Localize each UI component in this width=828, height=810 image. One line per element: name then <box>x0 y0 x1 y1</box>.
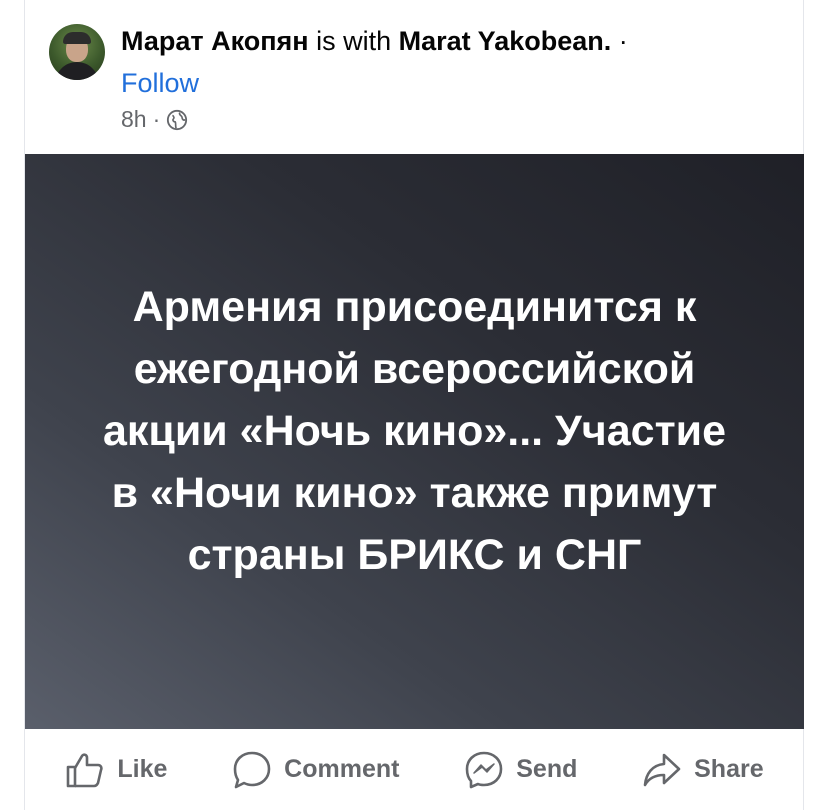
post-time[interactable]: 8h <box>121 106 147 133</box>
tagged-name[interactable]: Marat Yakobean. <box>399 26 612 56</box>
author-name[interactable]: Марат Акопян <box>121 26 309 56</box>
avatar-body <box>55 62 99 80</box>
post-meta: 8h · <box>121 106 188 133</box>
like-button[interactable]: Like <box>65 751 167 789</box>
post-image[interactable]: Армения присоединится к ежегодной всерос… <box>25 154 804 729</box>
meta-separator: · <box>152 106 161 132</box>
post-header: Марат Акопян is with Marat Yakobean. · F… <box>25 0 803 154</box>
like-label: Like <box>117 755 168 783</box>
send-label: Send <box>516 755 578 783</box>
header-separator: · <box>618 26 628 56</box>
messenger-icon <box>464 750 504 790</box>
share-icon <box>642 751 682 789</box>
share-label: Share <box>694 755 764 783</box>
share-button[interactable]: Share <box>642 751 764 789</box>
comment-button[interactable]: Comment <box>232 750 399 790</box>
post-card: Марат Акопян is with Marat Yakobean. · F… <box>24 0 804 810</box>
follow-button[interactable]: Follow <box>121 68 199 99</box>
send-button[interactable]: Send <box>464 750 577 790</box>
comment-icon <box>232 750 272 790</box>
thumbs-up-icon <box>65 751 105 789</box>
post-actions: Like Comment Send Share <box>25 729 804 810</box>
comment-label: Comment <box>284 755 400 783</box>
author-avatar[interactable] <box>49 24 105 80</box>
post-image-text: Армения присоединится к ежегодной всерос… <box>102 282 727 579</box>
globe-icon <box>166 109 188 131</box>
avatar-cap <box>63 32 91 44</box>
with-text: is with <box>316 26 392 56</box>
author-line: Марат Акопян is with Marat Yakobean. · <box>121 26 628 57</box>
